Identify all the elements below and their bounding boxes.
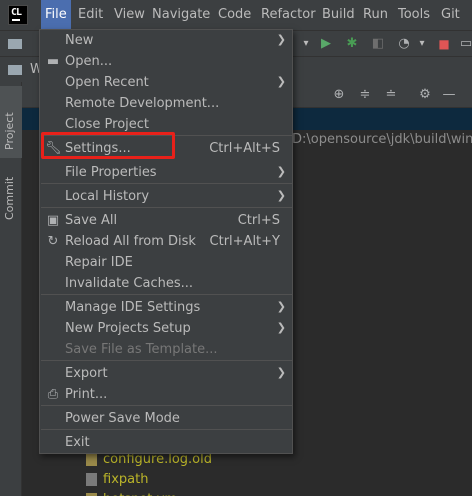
menu-git[interactable]: Git (441, 7, 460, 23)
menu-item-power-save-mode[interactable]: Power Save Mode (40, 408, 292, 429)
menu-item-invalidate-caches[interactable]: Invalidate Caches... (40, 273, 292, 294)
menu-item-label: Save All (65, 213, 118, 228)
menu-item-label: Save File as Template... (65, 342, 218, 357)
menu-separator (41, 294, 293, 295)
menu-separator (41, 360, 293, 361)
coverage-icon[interactable]: ◧ (368, 34, 388, 54)
folder-icon: ▬ (46, 54, 60, 69)
profile-icon[interactable]: ◔ (394, 34, 414, 54)
file-name: fixpath (103, 472, 149, 487)
menu-item-label: Manage IDE Settings (65, 300, 201, 315)
menu-item-label: Remote Development... (65, 96, 220, 111)
tree-file-fixpath[interactable]: fixpath (86, 470, 148, 490)
menu-item-shortcut: Ctrl+Alt+Y (209, 234, 280, 249)
menu-code[interactable]: Code (218, 7, 251, 23)
submenu-arrow-icon: ❯ (276, 189, 286, 202)
submenu-arrow-icon: ❯ (276, 33, 286, 46)
reload-icon: ↻ (47, 234, 59, 249)
submenu-arrow-icon: ❯ (276, 300, 286, 313)
project-folder-icon[interactable] (8, 39, 22, 49)
menu-item-label: New (65, 33, 94, 48)
submenu-arrow-icon: ❯ (276, 366, 286, 379)
menu-item-label: Local History (65, 189, 150, 204)
menu-item-label: Open... (65, 54, 113, 69)
chevron-down-icon[interactable]: ▾ (296, 34, 316, 54)
tree-file-hotspot-vm[interactable]: hotspot-vm (86, 490, 177, 496)
menu-build[interactable]: Build (322, 7, 355, 23)
stop-icon[interactable]: ■ (434, 34, 454, 54)
tab-project-label: Project (3, 112, 16, 150)
executable-file-icon (86, 473, 97, 486)
menu-separator (41, 429, 293, 430)
app-logo-text: CL (11, 7, 22, 18)
menu-tools[interactable]: Tools (398, 7, 430, 23)
run-icon[interactable]: ▶ (316, 34, 336, 54)
menu-item-label: Print... (65, 387, 108, 402)
menu-item-shortcut: Ctrl+S (237, 213, 280, 228)
menu-edit[interactable]: Edit (78, 7, 103, 23)
file-menu-dropdown: New ❯ ▬ Open... Open Recent ❯ Remote Dev… (39, 29, 293, 454)
menu-item-label: Power Save Mode (65, 411, 180, 426)
menu-item-open[interactable]: ▬ Open... (40, 51, 292, 72)
menu-item-open-recent[interactable]: Open Recent ❯ (40, 72, 292, 93)
more-run-chevron-icon[interactable]: ▾ (412, 34, 432, 54)
menu-view[interactable]: View (114, 7, 145, 23)
locate-icon[interactable]: ⊕ (330, 86, 348, 104)
menu-separator (41, 183, 293, 184)
menu-item-label: Exit (65, 435, 90, 450)
menu-refactor[interactable]: Refactor (261, 7, 316, 23)
app-logo: CL (8, 5, 28, 25)
expand-all-icon[interactable]: ≑ (356, 86, 374, 104)
gear-icon[interactable]: ⚙ (416, 86, 434, 104)
menu-item-shortcut: Ctrl+Alt+S (209, 141, 280, 156)
collapse-all-icon[interactable]: ≐ (382, 86, 400, 104)
file-name: configure.log.old (103, 452, 212, 467)
menu-item-save-file-as-template: Save File as Template... (40, 339, 292, 360)
menu-item-file-properties[interactable]: File Properties ❯ (40, 162, 292, 183)
menu-item-manage-ide-settings[interactable]: Manage IDE Settings ❯ (40, 297, 292, 318)
file-name: hotspot-vm (103, 492, 177, 496)
project-root-path: D:\opensource\jdk\build\wind (292, 132, 472, 147)
menu-file[interactable]: File (41, 0, 71, 30)
menu-item-label: Repair IDE (65, 255, 133, 270)
menu-bar: CL File Edit View Navigate Code Refactor… (0, 0, 472, 30)
left-tool-strip: Project Commit (0, 82, 22, 496)
menu-navigate[interactable]: Navigate (152, 7, 210, 23)
menu-item-label: New Projects Setup (65, 321, 191, 336)
layout-icon[interactable]: ▭ (456, 34, 472, 54)
submenu-arrow-icon: ❯ (276, 165, 286, 178)
menu-item-remote-development[interactable]: Remote Development... (40, 93, 292, 114)
menu-item-print[interactable]: ⎙ Print... (40, 384, 292, 405)
menu-item-repair-ide[interactable]: Repair IDE (40, 252, 292, 273)
menu-item-save-all[interactable]: ▣ Save All Ctrl+S (40, 210, 292, 231)
save-icon: ▣ (46, 213, 60, 228)
menu-run[interactable]: Run (363, 7, 388, 23)
nav-folder-icon[interactable] (8, 65, 22, 75)
text-file-icon (86, 453, 97, 466)
menu-item-label: Export (65, 366, 108, 381)
menu-item-label: Close Project (65, 117, 150, 132)
debug-icon[interactable]: ✱ (342, 34, 362, 54)
menu-item-exit[interactable]: Exit (40, 432, 292, 453)
menu-item-label: File Properties (65, 165, 157, 180)
menu-separator (41, 207, 293, 208)
print-icon: ⎙ (47, 387, 59, 402)
submenu-arrow-icon: ❯ (276, 75, 286, 88)
tab-project[interactable]: Project (0, 86, 22, 158)
menu-separator (41, 405, 293, 406)
menu-item-reload-all[interactable]: ↻ Reload All from Disk Ctrl+Alt+Y (40, 231, 292, 252)
menu-item-label: Reload All from Disk (65, 234, 196, 249)
menu-item-export[interactable]: Export ❯ (40, 363, 292, 384)
tab-commit[interactable]: Commit (0, 168, 22, 224)
app-logo-bar (12, 19, 20, 21)
submenu-arrow-icon: ❯ (276, 321, 286, 334)
hide-panel-icon[interactable]: — (440, 86, 458, 104)
menu-item-local-history[interactable]: Local History ❯ (40, 186, 292, 207)
settings-highlight-box (41, 132, 175, 159)
menu-item-label: Invalidate Caches... (65, 276, 194, 291)
tab-commit-label: Commit (3, 176, 16, 220)
menu-item-new-projects-setup[interactable]: New Projects Setup ❯ (40, 318, 292, 339)
menu-item-label: Open Recent (65, 75, 149, 90)
menu-item-new[interactable]: New ❯ (40, 30, 292, 51)
